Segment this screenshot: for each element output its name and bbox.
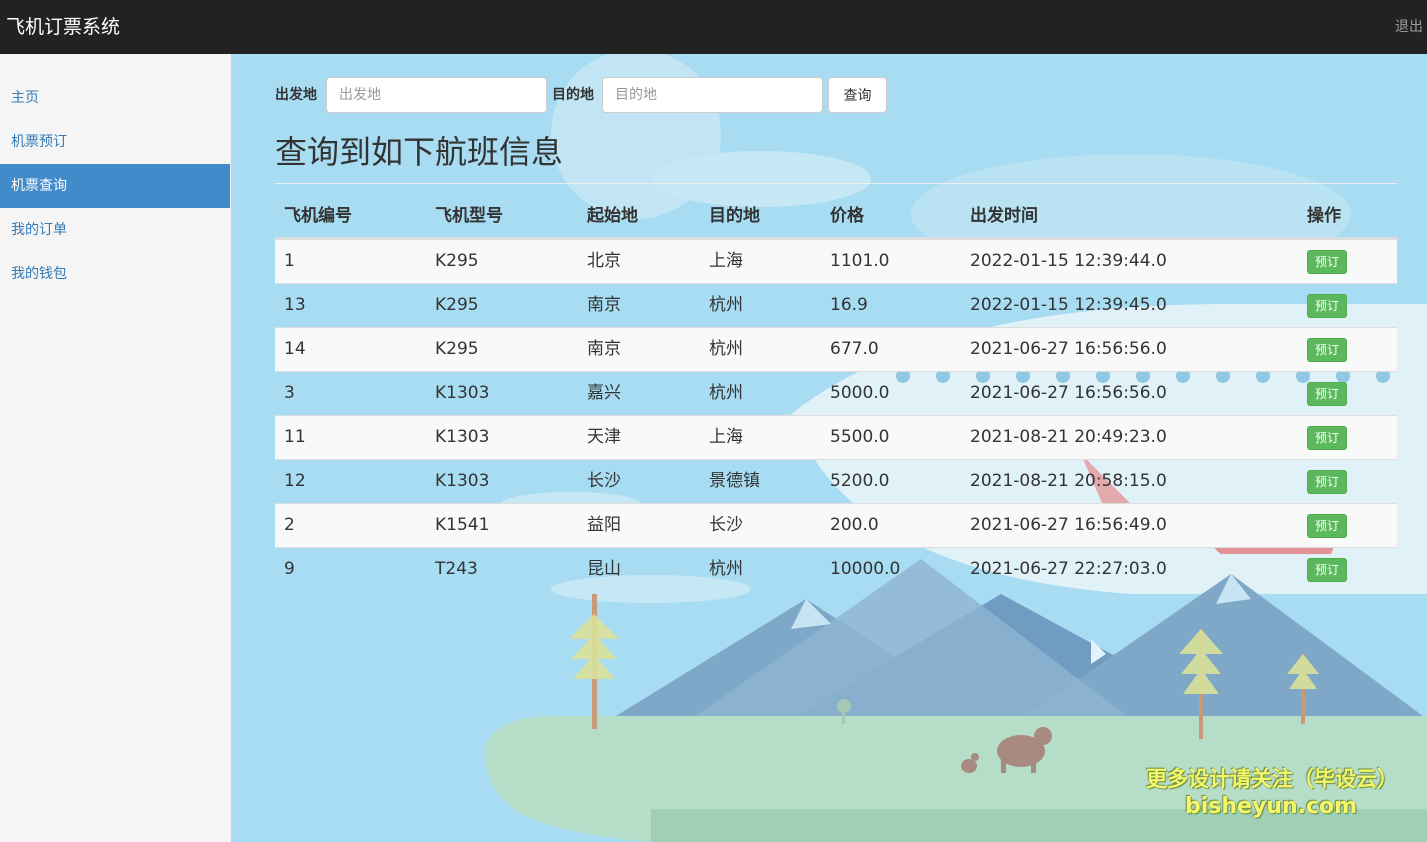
cell-price: 677.0 [830, 339, 879, 359]
cell-destination: 上海 [709, 427, 743, 447]
cell-destination: 杭州 [709, 295, 743, 315]
cell-flight-id: 3 [284, 383, 295, 403]
cell-destination: 景德镇 [709, 471, 760, 491]
column-header-flight-id: 飞机编号 [284, 206, 352, 226]
cell-destination: 杭州 [709, 559, 743, 579]
cell-flight-id: 14 [284, 339, 306, 359]
book-button[interactable]: 预订 [1307, 294, 1347, 318]
sidebar: 主页 机票预订 机票查询 我的订单 我的钱包 [0, 54, 231, 842]
cell-origin: 南京 [587, 295, 621, 315]
cell-aircraft-model: K1303 [435, 383, 490, 403]
book-button[interactable]: 预订 [1307, 338, 1347, 362]
to-label: 目的地 [552, 87, 594, 103]
column-header-action: 操作 [1307, 206, 1341, 226]
sidebar-item-home[interactable]: 主页 [0, 76, 230, 120]
results-heading: 查询到如下航班信息 [275, 133, 564, 171]
column-header-destination: 目的地 [709, 206, 760, 226]
cell-price: 5500.0 [830, 427, 890, 447]
cell-aircraft-model: K295 [435, 339, 479, 359]
heading-divider [275, 183, 1397, 184]
cell-origin: 嘉兴 [587, 383, 621, 403]
main-content: 出发地 目的地 查询 查询到如下航班信息 飞机编号 飞机型号 起始地 目的地 价… [231, 54, 1427, 842]
column-header-price: 价格 [830, 206, 864, 226]
table-row: 2 K1541 益阳 长沙 200.0 2021-06-27 16:56:49.0 预订 [275, 503, 1397, 547]
cell-departure-time: 2021-08-21 20:58:15.0 [970, 471, 1167, 491]
book-button[interactable]: 预订 [1307, 426, 1347, 450]
logout-link[interactable]: 退出 [1395, 17, 1423, 37]
cell-price: 1101.0 [830, 251, 890, 271]
cell-departure-time: 2021-06-27 16:56:56.0 [970, 383, 1167, 403]
cell-price: 16.9 [830, 295, 868, 315]
query-button[interactable]: 查询 [828, 77, 887, 113]
cell-destination: 杭州 [709, 383, 743, 403]
book-button[interactable]: 预订 [1307, 382, 1347, 406]
cell-departure-time: 2021-06-27 16:56:56.0 [970, 339, 1167, 359]
table-row: 1 K295 北京 上海 1101.0 2022-01-15 12:39:44.0 预订 [275, 239, 1397, 283]
cell-flight-id: 12 [284, 471, 306, 491]
to-input[interactable] [602, 77, 823, 113]
cell-origin: 天津 [587, 427, 621, 447]
watermark-url: bisheyun.com [1185, 794, 1358, 819]
cell-aircraft-model: K1541 [435, 515, 490, 535]
table-row: 12 K1303 长沙 景德镇 5200.0 2021-08-21 20:58:15.0 预… [275, 459, 1397, 503]
table-row: 11 K1303 天津 上海 5500.0 2021-08-21 20:49:23.0 预订 [275, 415, 1397, 459]
column-header-origin: 起始地 [587, 206, 638, 226]
cell-flight-id: 1 [284, 251, 295, 271]
cell-origin: 南京 [587, 339, 621, 359]
column-header-aircraft-model: 飞机型号 [435, 206, 503, 226]
sidebar-item-my-orders[interactable]: 我的订单 [0, 208, 230, 252]
table-row: 9 T243 昆山 杭州 10000.0 2021-06-27 22:27:03.0 预订 [275, 547, 1397, 591]
cell-departure-time: 2021-06-27 22:27:03.0 [970, 559, 1167, 579]
from-input[interactable] [326, 77, 547, 113]
cell-destination: 长沙 [709, 515, 743, 535]
cell-origin: 昆山 [587, 559, 621, 579]
cell-flight-id: 9 [284, 559, 295, 579]
cell-destination: 杭州 [709, 339, 743, 359]
cell-aircraft-model: K1303 [435, 427, 490, 447]
cell-price: 5000.0 [830, 383, 890, 403]
cell-aircraft-model: K1303 [435, 471, 490, 491]
app-title[interactable]: 飞机订票系统 [6, 14, 120, 40]
watermark-text: 更多设计请关注（毕设云） [1146, 767, 1398, 791]
cell-origin: 北京 [587, 251, 621, 271]
cell-origin: 益阳 [587, 515, 621, 535]
cell-departure-time: 2022-01-15 12:39:44.0 [970, 251, 1167, 271]
cell-aircraft-model: T243 [435, 559, 478, 579]
sidebar-item-my-wallet[interactable]: 我的钱包 [0, 252, 230, 296]
cell-price: 5200.0 [830, 471, 890, 491]
cell-departure-time: 2021-08-21 20:49:23.0 [970, 427, 1167, 447]
book-button[interactable]: 预订 [1307, 250, 1347, 274]
book-button[interactable]: 预订 [1307, 514, 1347, 538]
sidebar-item-ticket-query[interactable]: 机票查询 [0, 164, 230, 208]
cell-flight-id: 2 [284, 515, 295, 535]
cell-flight-id: 11 [284, 427, 306, 447]
cell-origin: 长沙 [587, 471, 621, 491]
cell-aircraft-model: K295 [435, 251, 479, 271]
book-button[interactable]: 预订 [1307, 470, 1347, 494]
cell-aircraft-model: K295 [435, 295, 479, 315]
sidebar-item-ticket-booking[interactable]: 机票预订 [0, 120, 230, 164]
table-row: 3 K1303 嘉兴 杭州 5000.0 2021-06-27 16:56:56.0 预订 [275, 371, 1397, 415]
table-row: 13 K295 南京 杭州 16.9 2022-01-15 12:39:45.0 预订 [275, 283, 1397, 327]
top-navbar: 飞机订票系统 退出 [0, 0, 1427, 54]
cell-departure-time: 2021-06-27 16:56:49.0 [970, 515, 1167, 535]
cell-price: 200.0 [830, 515, 879, 535]
cell-destination: 上海 [709, 251, 743, 271]
cell-price: 10000.0 [830, 559, 901, 579]
cell-departure-time: 2022-01-15 12:39:45.0 [970, 295, 1167, 315]
column-header-departure-time: 出发时间 [970, 206, 1038, 226]
table-row: 14 K295 南京 杭州 677.0 2021-06-27 16:56:56.0 预订 [275, 327, 1397, 371]
book-button[interactable]: 预订 [1307, 558, 1347, 582]
from-label: 出发地 [275, 87, 317, 103]
cell-flight-id: 13 [284, 295, 306, 315]
